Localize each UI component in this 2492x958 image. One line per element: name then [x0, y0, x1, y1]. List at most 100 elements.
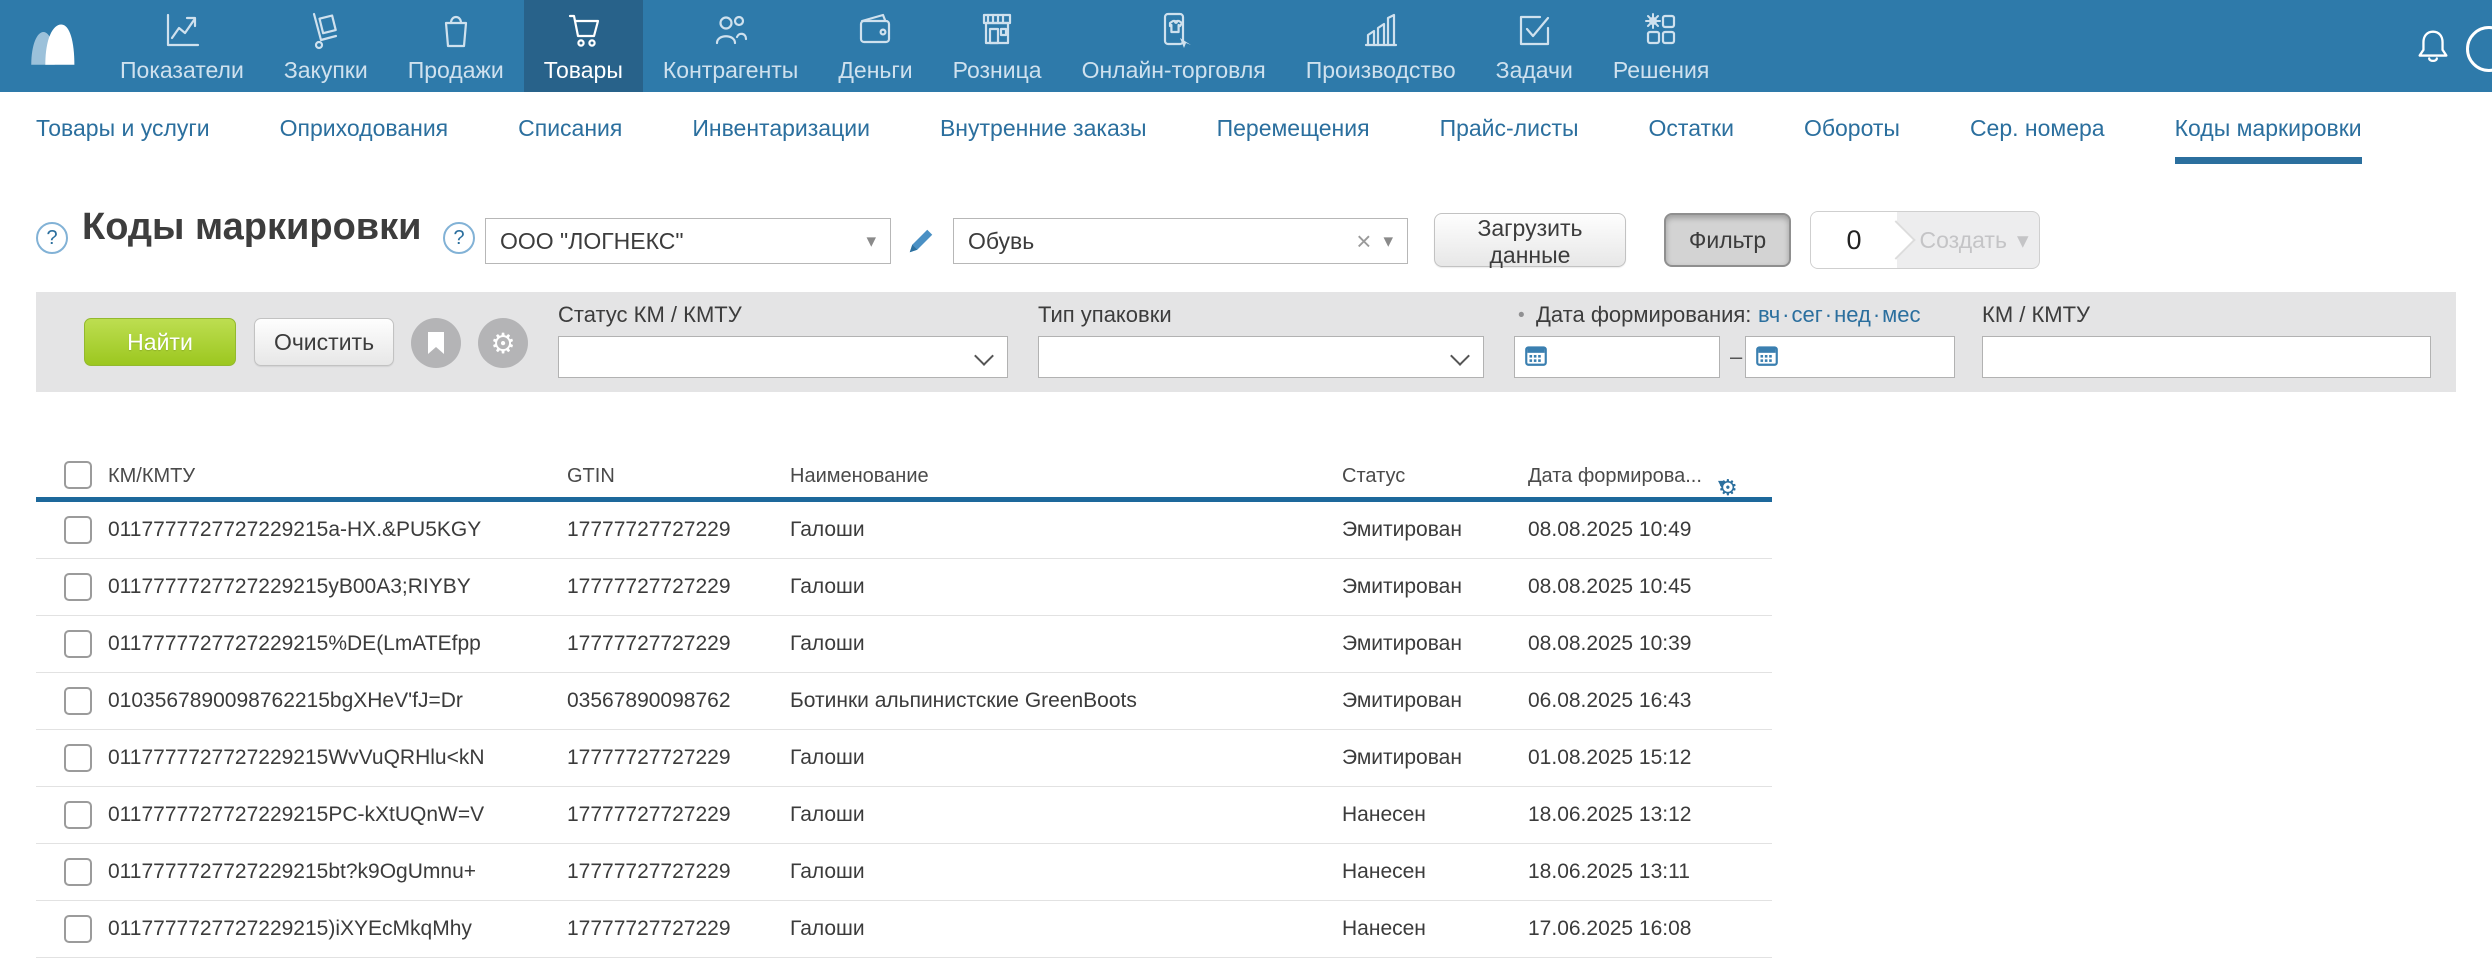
tab-label: Внутренние заказы [940, 115, 1147, 142]
page-title: Коды маркировки [82, 206, 422, 249]
nav-item-pokazateli[interactable]: Показатели [100, 0, 264, 92]
table-row[interactable]: 0117777727727229215a-HX.&PU5KGY 17777727… [36, 502, 1772, 559]
select-all-checkbox[interactable] [64, 461, 92, 489]
nav-item-onlain-torgovlya[interactable]: Онлайн-торговля [1062, 0, 1286, 92]
nav-item-dengi[interactable]: Деньги [818, 0, 932, 92]
row-checkbox[interactable] [64, 630, 92, 658]
nav-item-zadachi[interactable]: Задачи [1476, 0, 1593, 92]
created-date: 18.06.2025 13:12 [1528, 803, 1692, 827]
notifications-bell-icon[interactable] [2412, 25, 2454, 67]
create-button[interactable]: Создать ▾ [1897, 212, 2039, 268]
tab-label: Списания [518, 115, 622, 142]
calendar-icon[interactable] [1754, 342, 1780, 373]
tab-tovary-i-uslugi[interactable]: Товары и услуги [36, 92, 210, 164]
nav-item-proizvodstvo[interactable]: Производство [1286, 0, 1476, 92]
tab-inventarizacii[interactable]: Инвентаризации [692, 92, 870, 164]
km-code: 0117777727727229215a-HX.&PU5KGY [108, 518, 481, 542]
nav-item-resheniya[interactable]: Решения [1593, 0, 1729, 92]
clear-button[interactable]: Очистить [254, 318, 394, 366]
shortcut-today[interactable]: сег [1792, 302, 1823, 327]
nav-label: Решения [1613, 57, 1709, 84]
shortcut-month[interactable]: мес [1882, 302, 1920, 327]
table-row[interactable]: 0117777727727229215PC-kXtUQnW=V 17777727… [36, 787, 1772, 844]
tab-ostatki[interactable]: Остатки [1649, 92, 1734, 164]
km-code: 0117777727727229215WvVuQRHlu<kN [108, 746, 485, 770]
table-row[interactable]: 0117777727727229215bt?k9OgUmnu+ 17777727… [36, 844, 1772, 901]
tab-spisaniya[interactable]: Списания [518, 92, 622, 164]
counterparties-icon [709, 8, 753, 52]
column-header-gtin[interactable]: GTIN [567, 465, 615, 488]
code-filter-input[interactable] [1982, 336, 2431, 378]
row-checkbox[interactable] [64, 915, 92, 943]
gtin: 17777727727229 [567, 746, 731, 770]
column-header-status[interactable]: Статус [1342, 465, 1405, 488]
nav-item-roznica[interactable]: Розница [933, 0, 1062, 92]
product-name: Галоши [790, 632, 865, 656]
row-checkbox[interactable] [64, 801, 92, 829]
tab-peremeshcheniya[interactable]: Перемещения [1217, 92, 1370, 164]
km-code: 0117777727727229215)iXYEcMkqMhy [108, 917, 472, 941]
table-row[interactable]: 0117777727727229215)iXYEcMkqMhy 17777727… [36, 901, 1772, 958]
status: Нанесен [1342, 860, 1426, 884]
nav-label: Товары [544, 57, 623, 84]
created-date: 08.08.2025 10:39 [1528, 632, 1692, 656]
tab-prais-listy[interactable]: Прайс-листы [1440, 92, 1579, 164]
calendar-icon[interactable] [1523, 342, 1549, 373]
status-filter-label: Статус КМ / КМТУ [558, 302, 742, 328]
section-tabs: Товары и услуги Оприходования Списания И… [0, 92, 2492, 164]
tab-ser-nomera[interactable]: Сер. номера [1970, 92, 2105, 164]
status-filter-select[interactable] [558, 336, 1008, 378]
km-code: 0117777727727229215%DE(LmATEfpp [108, 632, 481, 656]
column-header-code[interactable]: КМ/КМТУ [108, 465, 195, 488]
production-icon [1359, 8, 1403, 52]
nav-item-prodazhi[interactable]: Продажи [388, 0, 524, 92]
tab-oprihodovaniya[interactable]: Оприходования [280, 92, 448, 164]
app-logo[interactable] [0, 0, 100, 92]
filter-button[interactable]: Фильтр [1664, 213, 1791, 267]
solutions-icon [1639, 8, 1683, 52]
tab-vnutrennie-zakazy[interactable]: Внутренние заказы [940, 92, 1147, 164]
bookmark-icon[interactable] [411, 318, 461, 368]
marking-codes-table: КМ/КМТУ GTIN Наименование Статус Дата фо… [36, 455, 1772, 958]
product-filter-select[interactable]: Обувь × ▾ [953, 218, 1408, 264]
load-data-button[interactable]: Загрузить данные [1434, 213, 1626, 267]
created-date: 17.06.2025 16:08 [1528, 917, 1692, 941]
row-checkbox[interactable] [64, 858, 92, 886]
main-navbar: Показатели Закупки Продажи Товары Контра… [0, 0, 2492, 92]
date-from-input[interactable] [1557, 344, 1711, 370]
tab-oboroty[interactable]: Обороты [1804, 92, 1900, 164]
table-row[interactable]: 0117777727727229215WvVuQRHlu<kN 17777727… [36, 730, 1772, 787]
date-to-input[interactable] [1788, 344, 1946, 370]
filter-settings-gear-icon[interactable]: ⚙ [478, 318, 528, 368]
row-checkbox[interactable] [64, 573, 92, 601]
table-row[interactable]: 0117777727727229215%DE(LmATEfpp 17777727… [36, 616, 1772, 673]
organization-select[interactable]: ООО "ЛОГНЕКС" ▾ [485, 218, 891, 264]
row-checkbox[interactable] [64, 744, 92, 772]
row-checkbox[interactable] [64, 516, 92, 544]
row-checkbox[interactable] [64, 687, 92, 715]
edit-pencil-icon[interactable] [906, 226, 936, 256]
org-help-icon[interactable]: ? [443, 222, 475, 254]
sales-icon [434, 8, 478, 52]
page-help-icon[interactable]: ? [36, 222, 68, 254]
packaging-filter-select[interactable] [1038, 336, 1484, 378]
table-row[interactable]: 0117777727727229215yB00A3;RIYBY 17777727… [36, 559, 1772, 616]
nav-item-zakupki[interactable]: Закупки [264, 0, 388, 92]
gtin: 17777727727229 [567, 917, 731, 941]
shortcut-yesterday[interactable]: вч [1758, 302, 1780, 327]
tab-label: Перемещения [1217, 115, 1370, 142]
bullet-icon: • [1518, 305, 1525, 327]
nav-item-tovary[interactable]: Товары [524, 0, 643, 92]
tab-kody-markirovki[interactable]: Коды маркировки [2175, 92, 2362, 164]
clear-filter-icon[interactable]: × [1356, 226, 1371, 257]
table-row[interactable]: 0103567890098762215bgXHeV'fJ=Dr 03567890… [36, 673, 1772, 730]
nav-item-kontragenty[interactable]: Контрагенты [643, 0, 818, 92]
code-filter-label: КМ / КМТУ [1982, 302, 2090, 328]
find-button[interactable]: Найти [84, 318, 236, 366]
shortcut-week[interactable]: нед [1834, 302, 1871, 327]
column-header-date[interactable]: Дата формирова... [1528, 465, 1702, 488]
km-code: 0103567890098762215bgXHeV'fJ=Dr [108, 689, 463, 713]
column-header-name[interactable]: Наименование [790, 465, 929, 488]
gtin: 17777727727229 [567, 803, 731, 827]
nav-label: Закупки [284, 57, 368, 84]
